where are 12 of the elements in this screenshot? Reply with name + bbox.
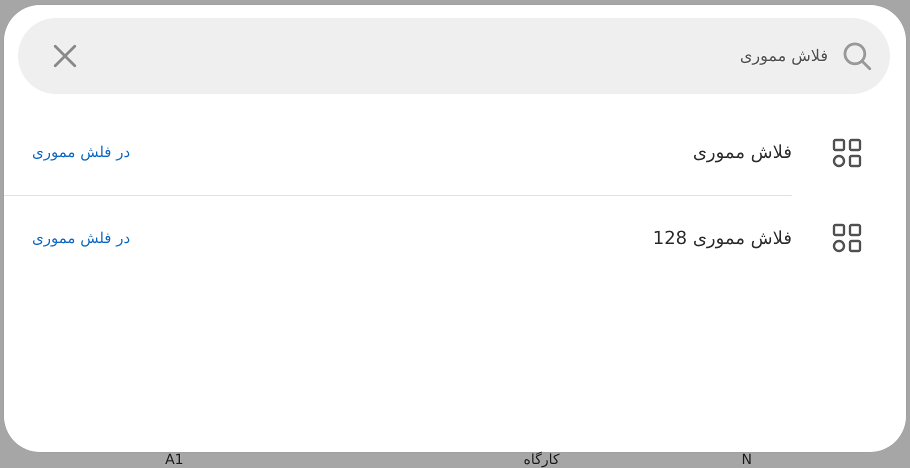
- result-title[interactable]: فلاش مموری: [692, 139, 792, 166]
- background-label: N: [742, 452, 752, 468]
- scope-link[interactable]: در فلش مموری: [32, 226, 130, 250]
- close-icon[interactable]: [52, 43, 78, 69]
- grid-icon: [832, 222, 862, 252]
- background-label: کارگاه: [524, 452, 560, 468]
- search-field[interactable]: فلاش مموری: [90, 44, 828, 68]
- grid-icon: [832, 138, 862, 168]
- result-title[interactable]: فلاش مموری 128: [652, 224, 792, 252]
- background-label: A1: [165, 452, 184, 468]
- search-bar[interactable]: فلاش مموری: [18, 18, 890, 94]
- scope-link[interactable]: در فلش مموری: [32, 141, 130, 164]
